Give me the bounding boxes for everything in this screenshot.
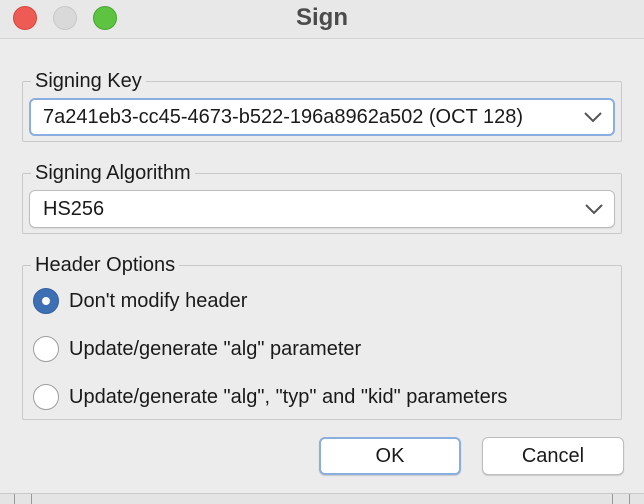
radio-button-checked[interactable] <box>33 288 59 314</box>
signing-algorithm-group: Signing Algorithm HS256 <box>22 161 622 234</box>
header-options-label: Header Options <box>31 253 180 277</box>
radio-label: Update/generate "alg" parameter <box>69 337 362 360</box>
chevron-down-icon <box>584 112 602 123</box>
radio-update-alg[interactable]: Update/generate "alg" parameter <box>33 332 361 366</box>
signing-algorithm-label: Signing Algorithm <box>31 161 195 185</box>
signing-key-value: 7a241eb3-cc45-4673-b522-196a8962a502 (OC… <box>43 106 523 128</box>
underlying-window-edge <box>0 493 644 504</box>
signing-key-label: Signing Key <box>31 69 146 93</box>
window-edge-nub <box>14 494 32 504</box>
signing-algorithm-select[interactable]: HS256 <box>29 190 615 228</box>
title-bar: Sign <box>0 0 644 39</box>
radio-label: Don't modify header <box>69 289 248 312</box>
signing-key-select[interactable]: 7a241eb3-cc45-4673-b522-196a8962a502 (OC… <box>29 98 615 136</box>
cancel-button[interactable]: Cancel <box>482 437 624 475</box>
chevron-down-icon <box>585 204 603 215</box>
header-options-group: Header Options Don't modify header Updat… <box>22 253 622 420</box>
radio-button[interactable] <box>33 336 59 362</box>
radio-dont-modify-header[interactable]: Don't modify header <box>33 284 247 318</box>
ok-button[interactable]: OK <box>319 437 461 475</box>
radio-update-alg-typ-kid[interactable]: Update/generate "alg", "typ" and "kid" p… <box>33 380 507 414</box>
radio-label: Update/generate "alg", "typ" and "kid" p… <box>69 385 508 408</box>
signing-key-group: Signing Key 7a241eb3-cc45-4673-b522-196a… <box>22 69 622 142</box>
window-title: Sign <box>296 4 348 31</box>
window-edge-nub <box>612 494 630 504</box>
signing-algorithm-value: HS256 <box>43 198 105 220</box>
radio-button[interactable] <box>33 384 59 410</box>
